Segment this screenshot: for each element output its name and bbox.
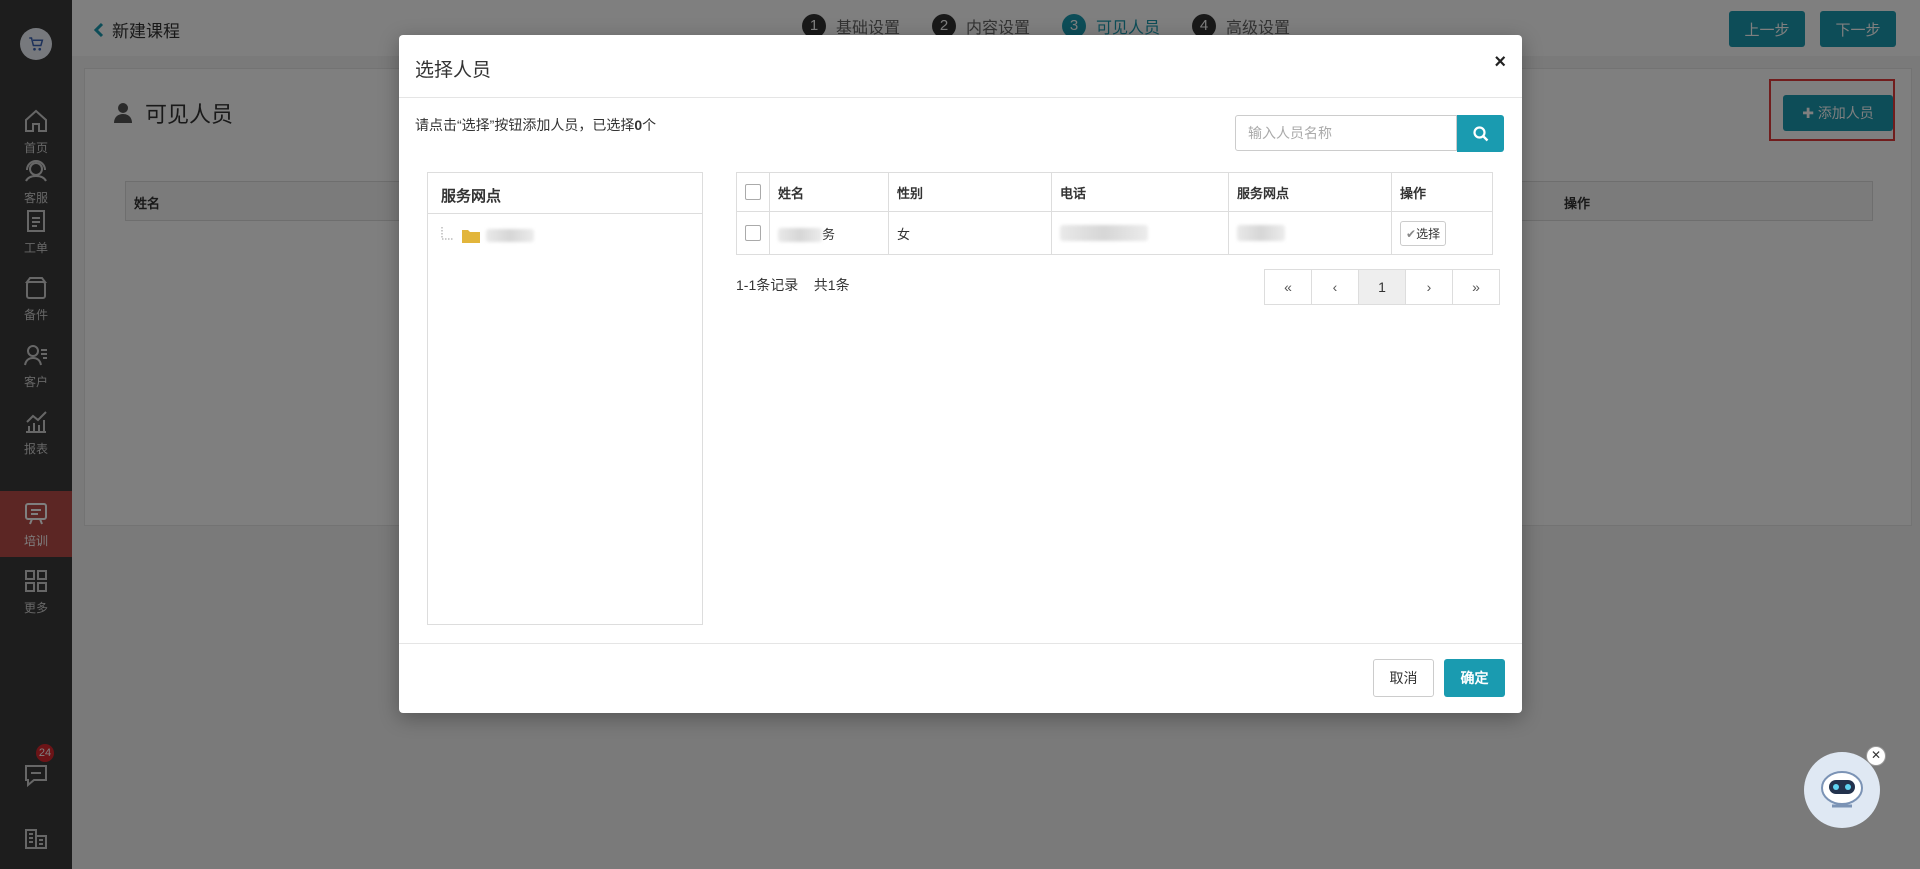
search-button[interactable] [1457, 115, 1504, 152]
redacted-node-name [486, 228, 534, 242]
name-tail: 务 [822, 226, 836, 242]
last-page-button[interactable]: » [1452, 269, 1500, 305]
record-total: 共1条 [813, 277, 850, 293]
cell-action: ✔选择 [1391, 211, 1493, 255]
selected-count: 0 [634, 117, 643, 133]
hint-suffix: 个 [642, 117, 657, 133]
folder-icon [462, 229, 480, 243]
prev-page-button[interactable]: ‹ [1311, 269, 1359, 305]
first-page-button[interactable]: « [1264, 269, 1312, 305]
close-icon[interactable]: × [1494, 51, 1506, 74]
cancel-button[interactable]: 取消 [1373, 659, 1434, 697]
pagination: « ‹ 1 › » [1264, 269, 1500, 305]
hint-prefix: 请点击“选择”按钮添加人员，已选择 [415, 117, 635, 133]
people-table: 姓名 性别 电话 服务网点 操作 务 女 ✔选择 [736, 172, 1493, 255]
cell-name: 务 [769, 211, 889, 255]
table-header-row: 姓名 性别 电话 服务网点 操作 [736, 172, 1493, 212]
search-icon [1472, 125, 1488, 141]
confirm-button[interactable]: 确定 [1444, 659, 1505, 697]
header-name: 姓名 [769, 172, 889, 212]
redacted-phone [1060, 225, 1148, 242]
dialog-header: 选择人员 × [399, 35, 1522, 98]
redacted-name [778, 228, 822, 243]
header-action: 操作 [1391, 172, 1493, 212]
header-service-point: 服务网点 [1228, 172, 1392, 212]
tree-title: 服务网点 [428, 173, 702, 214]
tree-line-icon [441, 227, 454, 240]
header-phone: 电话 [1051, 172, 1229, 212]
close-assistant-icon[interactable]: ✕ [1866, 746, 1886, 766]
table-row: 务 女 ✔选择 [736, 211, 1493, 255]
next-page-button[interactable]: › [1405, 269, 1453, 305]
dialog-title: 选择人员 [415, 60, 492, 81]
search-input[interactable] [1235, 115, 1457, 151]
check-icon: ✔ [1406, 226, 1417, 241]
cell-service-point [1228, 211, 1392, 255]
dialog-footer [399, 643, 1522, 714]
page-number-button[interactable]: 1 [1358, 269, 1406, 305]
redacted-service-point [1237, 225, 1285, 242]
record-summary: 1-1条记录 共1条 [736, 275, 850, 295]
service-point-tree: 服务网点 [427, 172, 703, 625]
selection-hint: 请点击“选择”按钮添加人员，已选择0个 [415, 115, 656, 135]
record-range: 1-1条记录 [736, 277, 799, 293]
select-all-checkbox[interactable] [745, 184, 761, 201]
cell-phone [1051, 211, 1229, 255]
cell-gender: 女 [888, 211, 1052, 255]
select-member-dialog: 选择人员 × 请点击“选择”按钮添加人员，已选择0个 服务网点 姓名 性别 电话… [399, 35, 1522, 713]
select-button[interactable]: ✔选择 [1400, 220, 1447, 246]
tree-node[interactable] [440, 227, 534, 243]
select-label: 选择 [1416, 226, 1441, 241]
row-checkbox[interactable] [745, 225, 761, 242]
header-gender: 性别 [888, 172, 1052, 212]
